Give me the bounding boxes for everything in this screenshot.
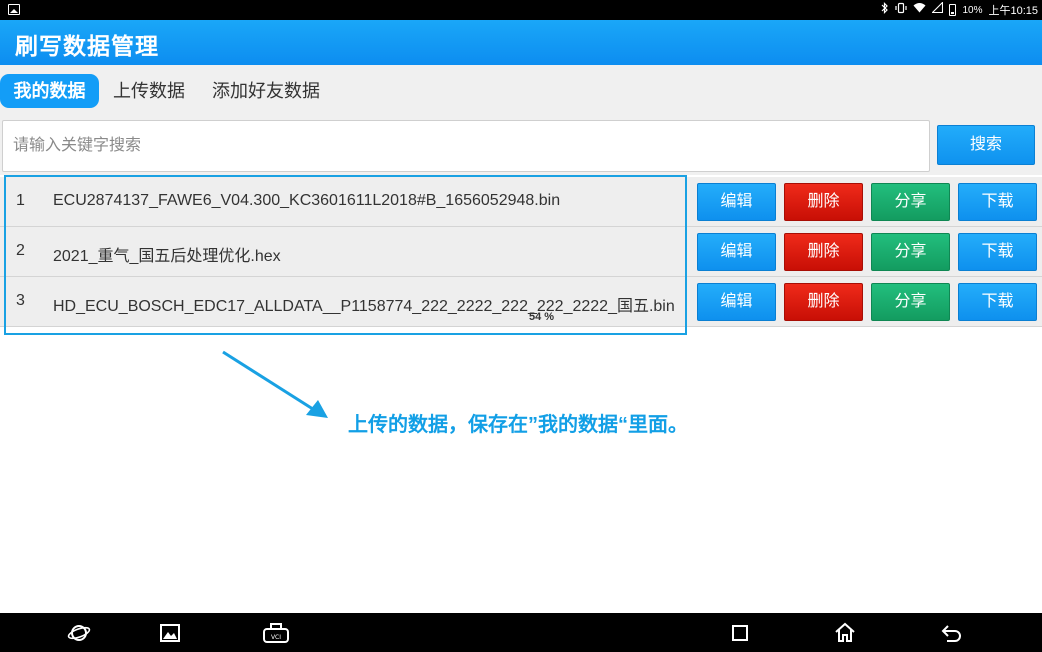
tab-uploaded-data[interactable]: 上传数据 — [106, 74, 192, 108]
edit-button[interactable]: 编辑 — [697, 233, 776, 271]
delete-button[interactable]: 删除 — [784, 183, 863, 221]
app-title-bar: 刷写数据管理 — [0, 20, 1042, 65]
gallery-icon[interactable] — [158, 621, 182, 645]
page-title: 刷写数据管理 — [15, 33, 159, 59]
battery-icon — [949, 4, 957, 16]
edit-button[interactable]: 编辑 — [697, 183, 776, 221]
gallery-notification-icon — [8, 4, 20, 15]
search-button[interactable]: 搜索 — [937, 125, 1035, 165]
edit-button[interactable]: 编辑 — [697, 283, 776, 321]
delete-button[interactable]: 删除 — [784, 283, 863, 321]
bluetooth-icon — [881, 1, 889, 19]
annotation-arrow-icon — [222, 350, 328, 418]
annotation-text: 上传的数据，保存在”我的数据“里面。 — [348, 414, 688, 436]
status-bar: 10% 上午10:15 — [0, 0, 1042, 20]
download-button[interactable]: 下载 — [958, 283, 1037, 321]
highlight-box — [4, 175, 687, 335]
share-button[interactable]: 分享 — [871, 233, 950, 271]
tab-bar: 我的数据 上传数据 添加好友数据 — [0, 65, 1042, 115]
status-icons: 10% 上午10:15 — [881, 1, 1038, 19]
back-icon[interactable] — [940, 621, 964, 645]
battery-percent: 10% — [962, 4, 983, 16]
search-input[interactable] — [2, 120, 930, 172]
search-area: 搜索 — [0, 115, 1042, 175]
screen: 10% 上午10:15 刷写数据管理 我的数据 上传数据 添加好友数据 搜索 1… — [0, 0, 1042, 652]
browser-planet-icon[interactable] — [67, 621, 91, 645]
download-button[interactable]: 下载 — [958, 233, 1037, 271]
tab-friend-data[interactable]: 添加好友数据 — [205, 74, 327, 108]
vibrate-icon — [895, 2, 908, 19]
navigation-bar: VCI — [0, 613, 1042, 652]
home-icon[interactable] — [833, 621, 857, 645]
wifi-icon — [913, 2, 926, 18]
no-signal-icon — [931, 1, 944, 18]
tab-my-data[interactable]: 我的数据 — [0, 74, 99, 108]
delete-button[interactable]: 删除 — [784, 233, 863, 271]
download-button[interactable]: 下载 — [958, 183, 1037, 221]
svg-text:VCI: VCI — [271, 634, 281, 641]
share-button[interactable]: 分享 — [871, 183, 950, 221]
vci-icon[interactable]: VCI — [262, 621, 290, 645]
share-button[interactable]: 分享 — [871, 283, 950, 321]
recent-apps-icon[interactable] — [728, 621, 752, 645]
clock: 上午10:15 — [988, 5, 1038, 17]
